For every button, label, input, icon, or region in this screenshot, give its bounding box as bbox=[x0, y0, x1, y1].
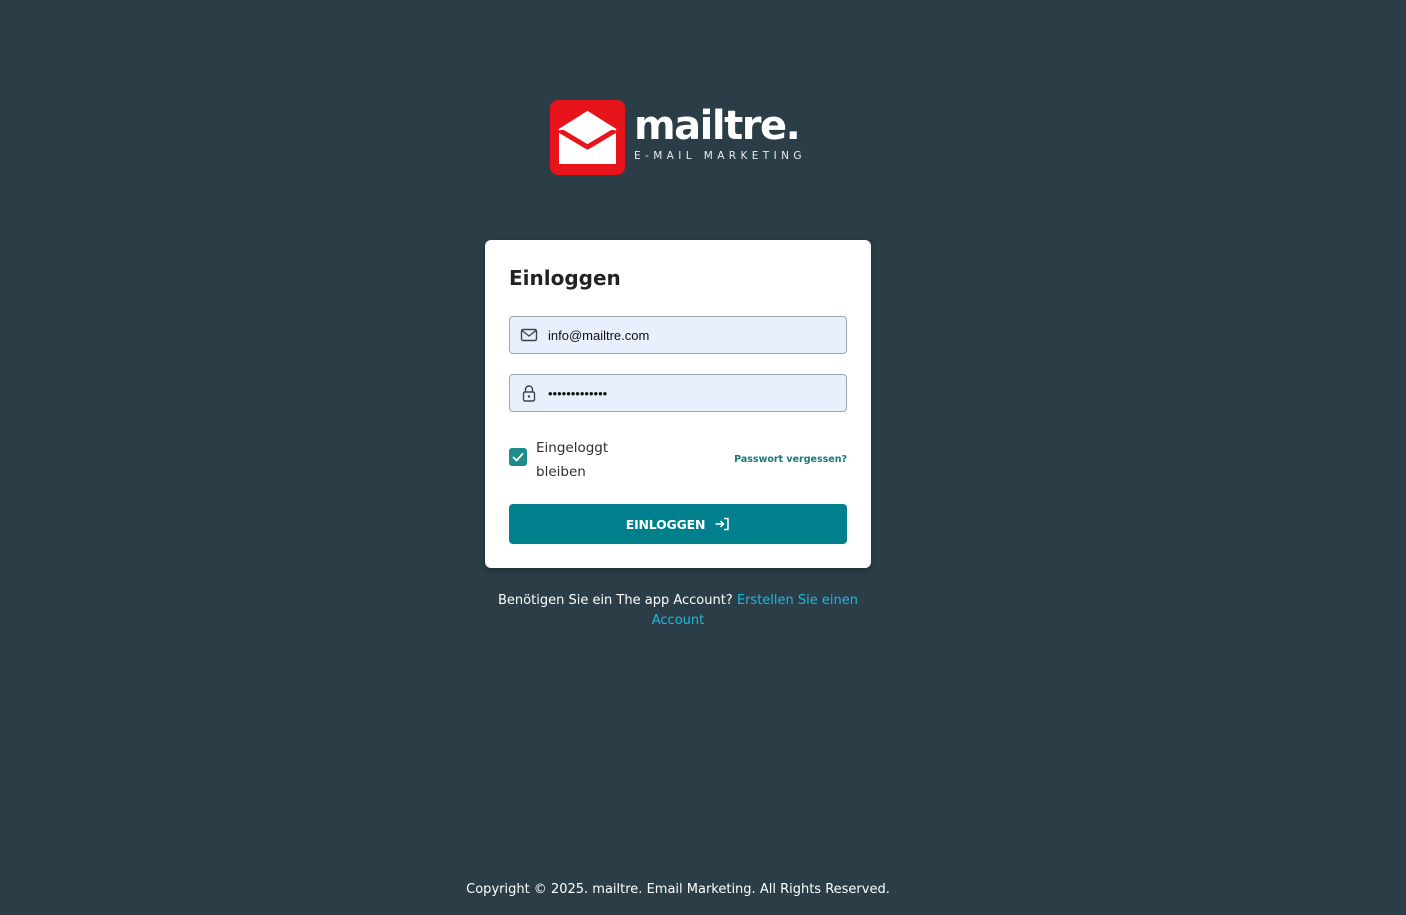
email-field[interactable] bbox=[509, 316, 847, 354]
signup-prompt: Benötigen Sie ein The app Account? Erste… bbox=[485, 591, 871, 631]
password-input[interactable] bbox=[548, 375, 838, 411]
email-input[interactable] bbox=[548, 317, 838, 353]
brand-tagline: E-MAIL MARKETING bbox=[634, 150, 806, 162]
remember-me-checkbox[interactable] bbox=[509, 448, 527, 466]
login-icon bbox=[715, 517, 730, 531]
mail-icon bbox=[520, 328, 538, 342]
create-account-link-text-2: Account bbox=[651, 613, 705, 628]
footer-copyright: Copyright © 2025. mailtre. Email Marketi… bbox=[466, 882, 890, 897]
forgot-password-link[interactable]: Passwort vergessen? bbox=[734, 453, 847, 467]
brand-logo: mailtre. E-MAIL MARKETING bbox=[550, 100, 812, 176]
brand-name: mailtre. bbox=[634, 103, 801, 149]
login-button-label: EINLOGGEN bbox=[625, 516, 706, 532]
login-title: Einloggen bbox=[509, 266, 621, 290]
checkmark-icon bbox=[512, 453, 524, 462]
login-button[interactable]: EINLOGGEN bbox=[509, 504, 847, 544]
password-field[interactable] bbox=[509, 374, 847, 412]
create-account-link-text-1: Erstellen Sie einen bbox=[736, 593, 858, 608]
remember-me[interactable]: Eingeloggt bleiben bbox=[509, 436, 649, 484]
lock-icon bbox=[522, 385, 536, 402]
login-card: Einloggen Eingeloggt bleiben Passwort ve… bbox=[485, 240, 871, 568]
signup-prompt-text: Benötigen Sie ein The app Account? bbox=[498, 593, 737, 608]
remember-me-label: Eingeloggt bleiben bbox=[536, 440, 609, 480]
envelope-logo-icon bbox=[550, 100, 625, 175]
